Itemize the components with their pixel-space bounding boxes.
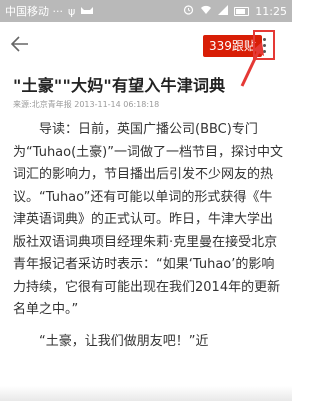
article-paragraph: 导读：日前，英国广播公司(BBC)专门为“Tuhao(土豪)”一词做了一档节目，… [13,122,283,317]
status-bar: 中国移动 ··· ψ 11:25 [0,0,292,22]
article-paragraph: “土豪，让我们做朋友吧！”近 [39,333,209,349]
signal-icon [218,4,229,18]
article-body: 导读：日前，英国广播公司(BBC)专门为“Tuhao(土豪)”一词做了一档节目，… [13,119,283,353]
cat-icon [80,5,94,17]
status-right: 11:25 [183,4,287,18]
back-button[interactable] [8,32,32,56]
back-arrow-icon [11,36,28,52]
alarm-icon [183,4,194,18]
article-title: "土豪""大妈"有望入牛津词典 [13,76,226,95]
status-left: 中国移动 ··· ψ [5,3,94,19]
bottom-fade [0,386,292,401]
article-meta: 来源:北京青年报 2013-11-14 06:18:18 [13,100,160,109]
carrier-label: 中国移动 ··· [5,5,63,18]
status-time: 11:25 [255,4,287,18]
usb-icon: ψ [68,4,76,18]
battery-icon [234,6,250,16]
wifi-icon [200,5,212,18]
